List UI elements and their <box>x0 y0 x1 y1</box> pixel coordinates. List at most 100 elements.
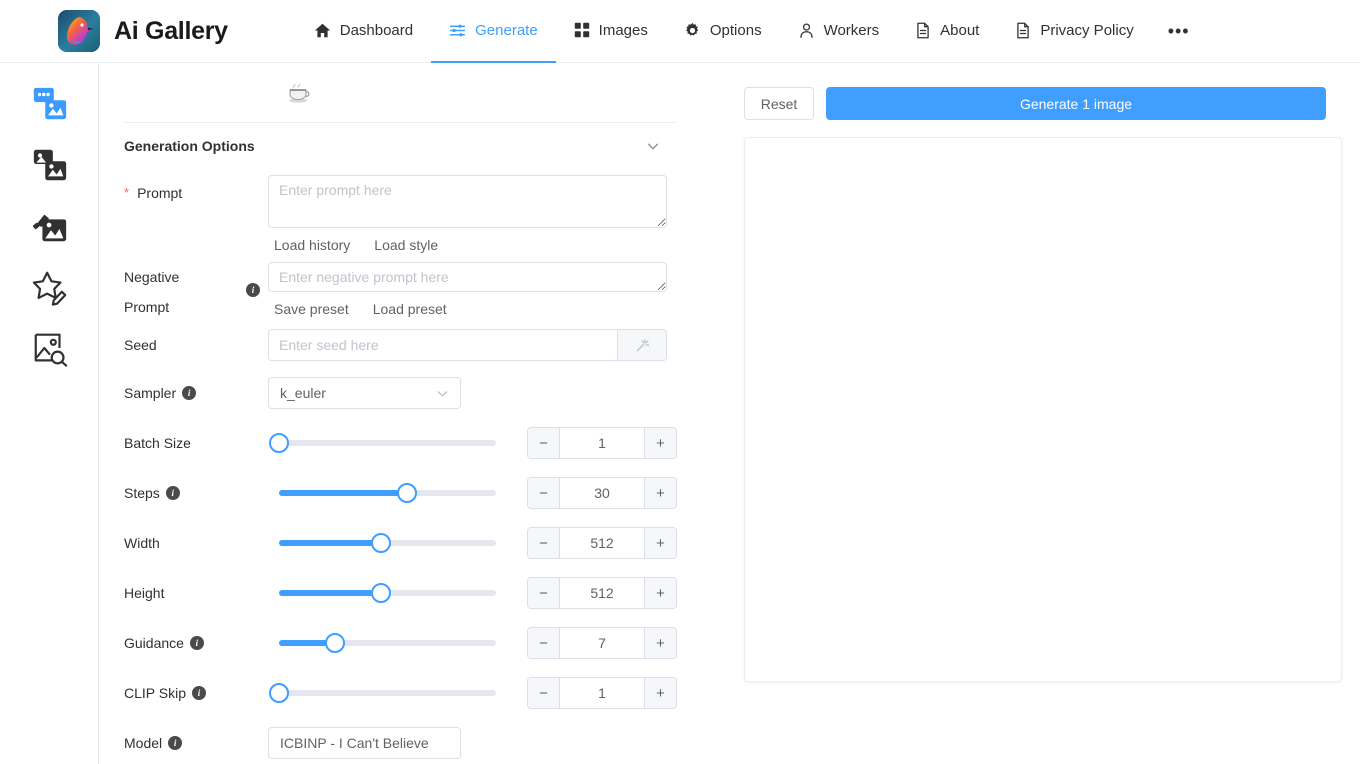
image-preview-card[interactable] <box>744 137 1342 682</box>
stepper-decrement-button[interactable]: − <box>528 578 560 608</box>
stepper-decrement-button[interactable]: − <box>528 678 560 708</box>
nav-item-generate[interactable]: Generate <box>431 0 556 63</box>
stepper-decrement-button[interactable]: − <box>528 628 560 658</box>
prompt-row: * Prompt Load history Load style <box>124 175 676 258</box>
prompt-input[interactable] <box>268 175 667 228</box>
stepper-value[interactable]: 7 <box>560 628 644 658</box>
chevron-down-icon[interactable] <box>646 139 676 153</box>
model-select[interactable]: ICBINP - I Can't Believe <box>268 727 461 759</box>
stepper-value[interactable]: 30 <box>560 478 644 508</box>
stepper: −1 + <box>527 427 677 459</box>
stepper-increment-button[interactable]: + <box>644 528 676 558</box>
load-preset-link[interactable]: Load preset <box>373 301 447 317</box>
stepper-decrement-button[interactable]: − <box>528 478 560 508</box>
info-icon[interactable]: i <box>189 636 204 650</box>
info-icon[interactable]: i <box>165 486 180 500</box>
stepper-value[interactable]: 512 <box>560 578 644 608</box>
slider-knob[interactable] <box>325 633 346 653</box>
seed-label-text: Seed <box>124 337 157 353</box>
prompt-label-text: Prompt <box>137 185 183 201</box>
slider-label-text: Width <box>124 535 160 551</box>
slider-knob[interactable] <box>397 483 418 503</box>
gear-icon <box>684 22 701 39</box>
chevron-down-icon <box>436 387 449 400</box>
sidebar-item-rating[interactable] <box>0 259 99 320</box>
nav-item-options[interactable]: Options <box>666 0 780 63</box>
prompt-label: * Prompt <box>124 175 268 203</box>
negative-prompt-label-line1: Negative <box>124 269 180 285</box>
stepper: −1 + <box>527 677 677 709</box>
slider-track[interactable] <box>279 633 496 653</box>
info-icon[interactable]: i <box>182 386 197 400</box>
slider-track[interactable] <box>269 683 496 703</box>
save-preset-link[interactable]: Save preset <box>274 301 349 317</box>
nav-item-dashboard[interactable]: Dashboard <box>296 0 431 63</box>
model-value: ICBINP - I Can't Believe <box>280 735 429 751</box>
slider-row-guidance: Guidance i −7 + <box>124 618 677 668</box>
nav-more-button[interactable]: ••• <box>1152 0 1206 63</box>
nav-item-about[interactable]: About <box>897 0 997 63</box>
load-style-link[interactable]: Load style <box>374 237 438 253</box>
slider-knob[interactable] <box>370 533 391 553</box>
seed-input[interactable] <box>269 330 617 360</box>
slider-label-text: CLIP Skip <box>124 685 186 701</box>
sliders-icon <box>449 22 466 39</box>
slider-row-clip-skip: CLIP Skip i −1 + <box>124 668 677 718</box>
info-icon[interactable]: i <box>246 283 260 297</box>
sidebar-item-text-to-image[interactable] <box>0 76 99 137</box>
sidebar-item-inpainting[interactable] <box>0 198 99 259</box>
nav-label: Options <box>709 21 762 39</box>
generate-button[interactable]: Generate 1 image <box>826 87 1326 120</box>
info-icon[interactable]: i <box>168 736 183 750</box>
slider-knob[interactable] <box>269 433 289 453</box>
stepper-increment-button[interactable]: + <box>644 578 676 608</box>
section-title: Generation Options <box>124 138 255 154</box>
brand-title: Ai Gallery <box>114 16 228 45</box>
seed-row: Seed <box>124 322 676 368</box>
stepper-increment-button[interactable]: + <box>644 628 676 658</box>
info-icon[interactable]: i <box>192 686 206 700</box>
model-label: Model i <box>124 733 268 753</box>
negative-prompt-input[interactable] <box>268 262 667 292</box>
chat-image-icon <box>31 85 69 128</box>
slider-track[interactable] <box>279 533 496 553</box>
stepper-increment-button[interactable]: + <box>644 428 676 458</box>
stepper: −30 + <box>527 477 677 509</box>
seed-input-group <box>268 329 667 361</box>
model-label-text: Model <box>124 735 163 751</box>
slider-label: Guidance i <box>124 618 268 668</box>
slider-label: CLIP Skip i <box>124 668 268 718</box>
coffee-cup-icon[interactable] <box>286 82 312 104</box>
load-history-link[interactable]: Load history <box>274 237 350 253</box>
sampler-value: k_euler <box>280 385 326 401</box>
slider-track[interactable] <box>279 583 496 603</box>
model-row: Model i ICBINP - I Can't Believe <box>124 718 676 764</box>
slider-label: Width <box>124 518 268 568</box>
sidebar-item-interrogate[interactable] <box>0 320 99 381</box>
nav-label: Generate <box>475 21 538 39</box>
brand[interactable]: Ai Gallery <box>58 10 228 52</box>
nav-item-privacy-policy[interactable]: Privacy Policy <box>997 0 1151 63</box>
stepper: −512 + <box>527 577 677 609</box>
slider-label-text: Batch Size <box>124 435 191 451</box>
stepper-decrement-button[interactable]: − <box>528 528 560 558</box>
slider-knob[interactable] <box>269 683 289 703</box>
nav-item-workers[interactable]: Workers <box>780 0 898 63</box>
required-marker: * <box>124 185 130 200</box>
stepper-increment-button[interactable]: + <box>644 678 676 708</box>
generation-options-header[interactable]: Generation Options <box>124 123 676 169</box>
sampler-select[interactable]: k_euler <box>268 377 461 409</box>
nav-item-images[interactable]: Images <box>556 0 666 63</box>
reset-button[interactable]: Reset <box>744 87 814 120</box>
slider-track[interactable] <box>279 483 496 503</box>
slider-row-width: Width −512 + <box>124 518 677 568</box>
stepper-decrement-button[interactable]: − <box>528 428 560 458</box>
magic-wand-icon[interactable] <box>617 330 666 360</box>
stepper-value[interactable]: 512 <box>560 528 644 558</box>
slider-track[interactable] <box>269 433 496 453</box>
stepper-increment-button[interactable]: + <box>644 478 676 508</box>
stepper-value[interactable]: 1 <box>560 678 644 708</box>
stepper-value[interactable]: 1 <box>560 428 644 458</box>
slider-knob[interactable] <box>370 583 391 603</box>
sidebar-item-image-to-image[interactable] <box>0 137 99 198</box>
